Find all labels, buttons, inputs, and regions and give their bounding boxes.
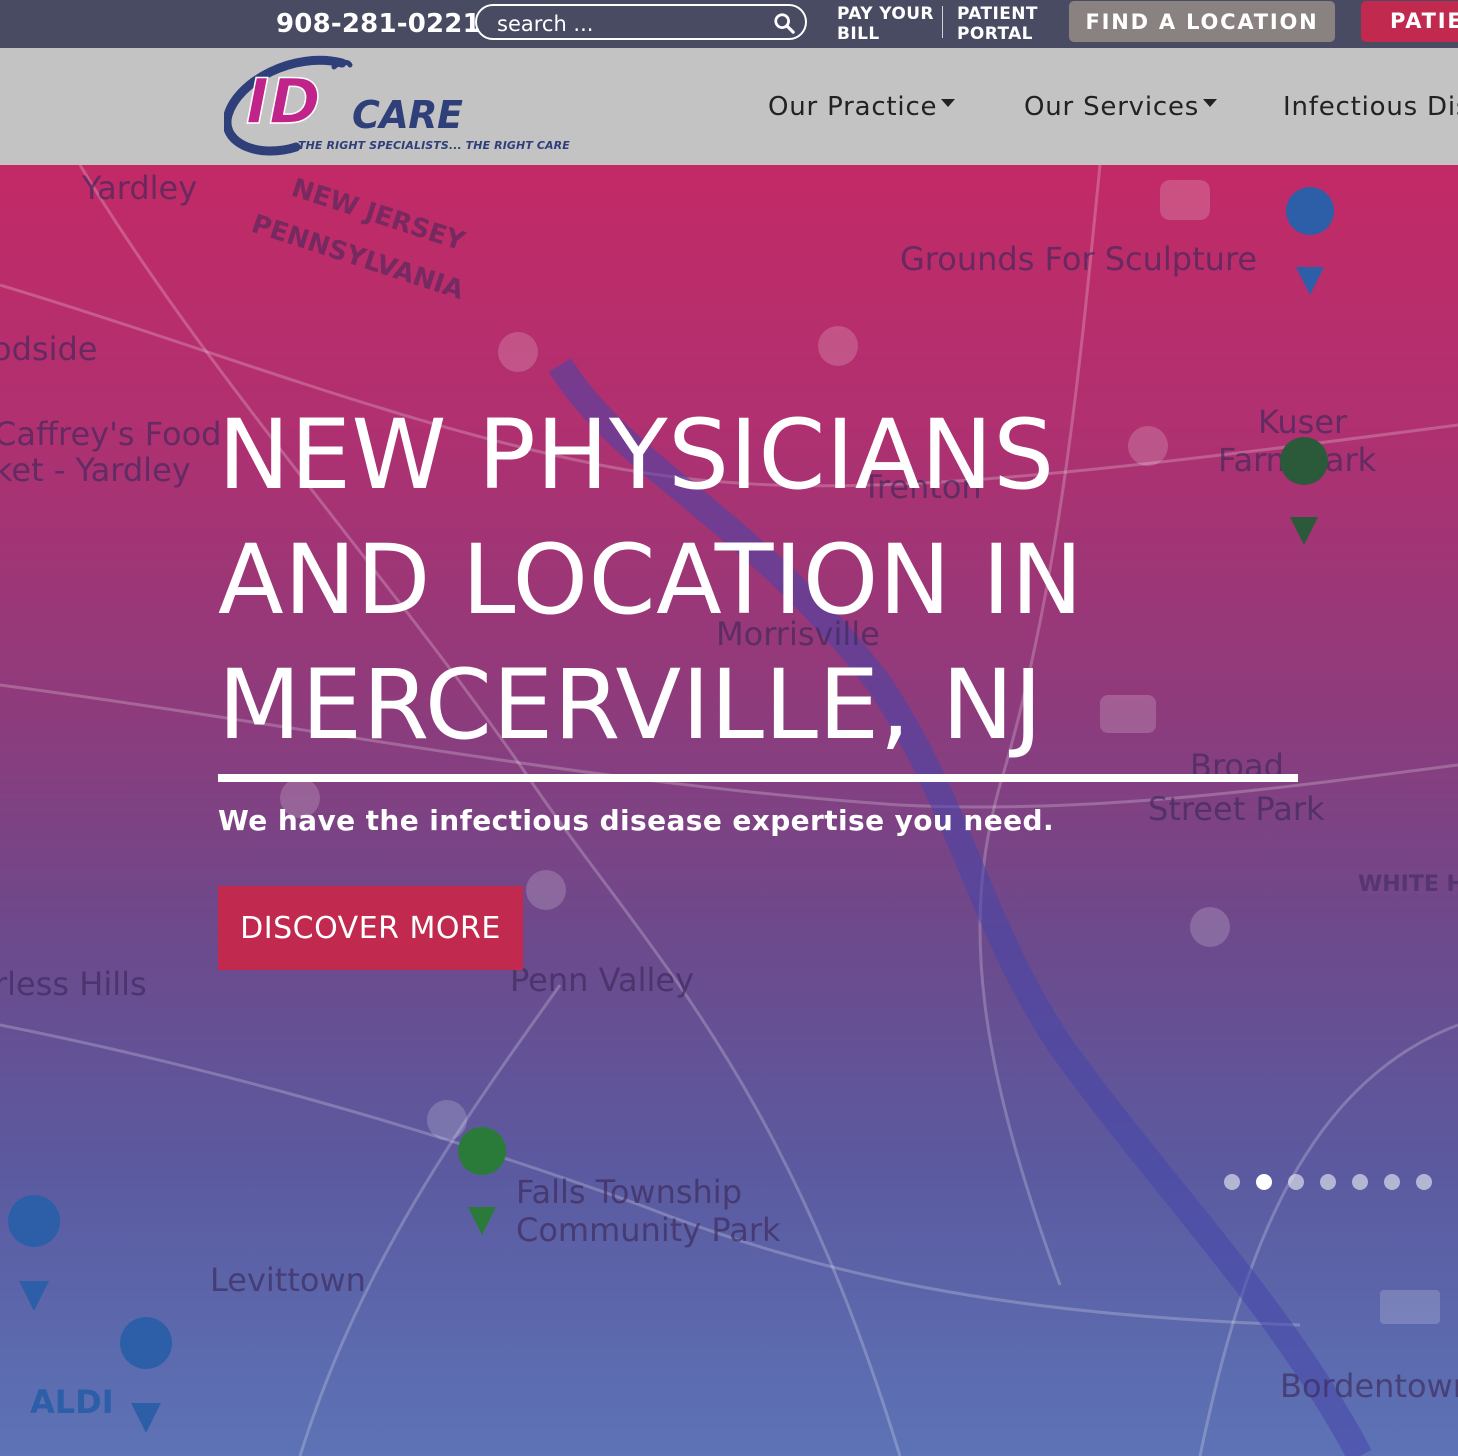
nav-our-services-label: Our Services — [1024, 92, 1200, 122]
map-label: Penn Valley — [510, 961, 694, 999]
pay-bill-line-1: PAY YOUR — [837, 4, 934, 24]
slider-dot[interactable] — [1288, 1174, 1304, 1190]
map-label: ALDI — [30, 1383, 114, 1421]
slider-dot[interactable] — [1352, 1174, 1368, 1190]
map-label: Caffrey's Food — [0, 415, 221, 453]
utility-bar: 908-281-0221 search ... PAY YOUR BILL PA… — [0, 0, 1458, 48]
slider-dot[interactable] — [1256, 1174, 1272, 1190]
map-label: Grounds For Sculpture — [900, 240, 1257, 278]
hero-subtitle: We have the infectious disease expertise… — [218, 804, 1055, 837]
map-label: Community Park — [516, 1211, 781, 1249]
nav-our-services[interactable]: Our Services — [1024, 92, 1218, 122]
map-label: WHITE H — [1358, 872, 1458, 897]
slider-dot[interactable] — [1384, 1174, 1400, 1190]
nav-infectious-disease-label: Infectious Dis — [1283, 92, 1458, 122]
patient-portal-line-1: PATIENT — [957, 4, 1038, 24]
hero-slider: Yardley odside Caffrey's Food ket - Yard… — [0, 165, 1458, 1456]
map-label: Levittown — [210, 1261, 366, 1299]
map-label: Street Park — [1148, 790, 1325, 828]
hero-title-line-1: NEW PHYSICIANS — [218, 399, 1055, 511]
caret-down-icon — [941, 99, 956, 107]
hero-divider — [218, 774, 1298, 782]
pay-bill-link[interactable]: PAY YOUR BILL — [837, 4, 934, 44]
search-icon[interactable] — [773, 12, 795, 34]
map-label: ket - Yardley — [0, 451, 191, 489]
logo[interactable]: ID CARE THE RIGHT SPECIALISTS... THE RIG… — [224, 53, 584, 158]
map-label: odside — [0, 330, 97, 368]
map-label: rless Hills — [0, 965, 147, 1003]
discover-more-button[interactable]: DISCOVER MORE — [218, 886, 523, 970]
find-location-button[interactable]: FIND A LOCATION — [1069, 1, 1335, 42]
logo-letters: ID — [246, 65, 321, 138]
slider-dot[interactable] — [1320, 1174, 1336, 1190]
patient-button[interactable]: PATIENT — [1361, 1, 1458, 42]
map-label: Falls Township — [516, 1173, 742, 1211]
divider — [942, 6, 943, 38]
caret-down-icon — [1203, 99, 1218, 107]
map-label: Yardley — [81, 169, 197, 207]
slider-dot[interactable] — [1416, 1174, 1432, 1190]
logo-care: CARE — [352, 93, 463, 137]
phone-number[interactable]: 908-281-0221 — [276, 9, 481, 39]
search-box[interactable]: search ... — [475, 4, 807, 40]
nav-our-practice[interactable]: Our Practice — [768, 92, 956, 122]
hero-title: NEW PHYSICIANS AND LOCATION IN MERCERVIL… — [218, 393, 1318, 768]
patient-portal-line-2: PORTAL — [957, 24, 1033, 44]
patient-portal-link[interactable]: PATIENT PORTAL — [957, 4, 1038, 44]
main-nav: ID CARE THE RIGHT SPECIALISTS... THE RIG… — [0, 48, 1458, 165]
nav-our-practice-label: Our Practice — [768, 92, 938, 122]
hero-title-line-3: MERCERVILLE, NJ — [218, 649, 1043, 761]
logo-tagline: THE RIGHT SPECIALISTS... THE RIGHT CARE — [298, 139, 570, 152]
nav-infectious-disease[interactable]: Infectious Dis — [1283, 92, 1458, 122]
slider-pagination — [1224, 1174, 1432, 1190]
hero-title-line-2: AND LOCATION IN — [218, 524, 1084, 636]
search-input[interactable]: search ... — [497, 12, 593, 36]
slider-dot[interactable] — [1224, 1174, 1240, 1190]
pay-bill-line-2: BILL — [837, 24, 880, 44]
map-label: Bordentown — [1280, 1367, 1458, 1405]
